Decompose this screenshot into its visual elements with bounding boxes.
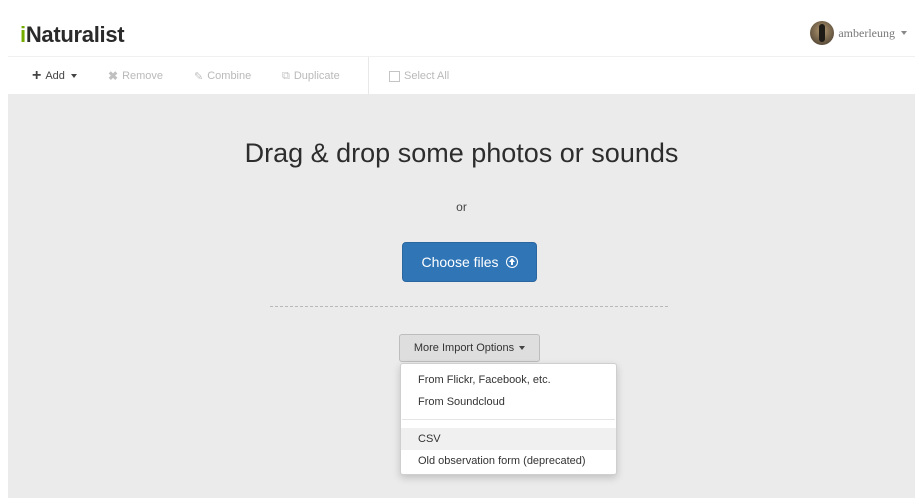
- or-separator-text: or: [456, 200, 467, 214]
- duplicate-label: Duplicate: [293, 70, 340, 82]
- site-header: iNaturalist amberleung: [8, 8, 915, 56]
- copy-icon: ⧉: [282, 69, 290, 82]
- select-all-checkbox[interactable]: Select All: [389, 67, 449, 85]
- menu-item-csv[interactable]: CSV: [401, 428, 616, 450]
- combine-button[interactable]: ✎ Combine: [194, 67, 251, 85]
- inaturalist-logo[interactable]: iNaturalist: [20, 22, 125, 48]
- import-options-menu: From Flickr, Facebook, etc. From Soundcl…: [400, 363, 617, 475]
- chevron-down-icon: [519, 346, 526, 350]
- remove-label: Remove: [122, 70, 164, 82]
- menu-item-soundcloud[interactable]: From Soundcloud: [401, 391, 616, 413]
- user-menu[interactable]: amberleung: [810, 20, 907, 46]
- dashed-divider: [270, 306, 668, 307]
- drop-zone-title: Drag & drop some photos or sounds: [244, 138, 679, 168]
- logo-text: Naturalist: [25, 22, 125, 47]
- add-button[interactable]: + Add: [32, 67, 77, 85]
- menu-item-old-observation-form[interactable]: Old observation form (deprecated): [401, 450, 616, 472]
- plus-icon: +: [32, 67, 42, 84]
- menu-item-flickr-facebook[interactable]: From Flickr, Facebook, etc.: [401, 369, 616, 391]
- duplicate-button[interactable]: ⧉ Duplicate: [282, 67, 340, 85]
- choose-files-button[interactable]: Choose files: [402, 242, 537, 282]
- chevron-down-icon: [70, 74, 77, 78]
- chevron-down-icon: [901, 31, 907, 35]
- uploader-page: iNaturalist amberleung + Add ✖ Remove ✎ …: [0, 0, 915, 498]
- menu-divider: [402, 419, 615, 420]
- upload-circle-icon: [505, 256, 518, 268]
- toolbar: + Add ✖ Remove ✎ Combine ⧉ Duplicate Sel…: [8, 56, 915, 95]
- select-all-label: Select All: [404, 70, 450, 82]
- x-icon: ✖: [108, 69, 119, 83]
- more-import-options-button[interactable]: More Import Options: [399, 334, 540, 362]
- combine-label: Combine: [207, 70, 252, 82]
- username-label: amberleung: [838, 25, 895, 40]
- avatar: [810, 21, 835, 45]
- add-label: Add: [45, 70, 65, 82]
- remove-button[interactable]: ✖ Remove: [108, 67, 163, 85]
- more-options-label: More Import Options: [413, 342, 515, 354]
- toolbar-divider: [368, 57, 369, 95]
- drop-zone[interactable]: Drag & drop some photos or sounds or Cho…: [8, 94, 915, 498]
- choose-files-label: Choose files: [421, 254, 499, 270]
- pencil-icon: ✎: [194, 70, 204, 83]
- checkbox-icon: [389, 70, 400, 82]
